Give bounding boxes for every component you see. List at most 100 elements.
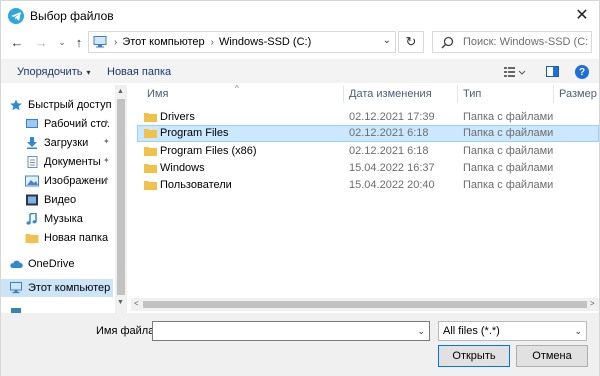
close-button[interactable]: ✕ [568,3,596,27]
cancel-button[interactable]: Отмена [516,345,588,367]
breadcrumb-drive-c[interactable]: Windows-SSD (C:) [219,36,311,48]
title-bar: Выбор файлов ✕ [1,1,599,31]
column-header-date[interactable]: Дата изменения [349,88,432,106]
column-divider[interactable] [343,85,344,103]
file-name: Пользователи [160,179,232,191]
column-header-name[interactable]: Имя [147,88,168,106]
file-date: 15.04.2022 16:37 [349,162,435,174]
desktop-icon [25,118,39,130]
new-folder-button[interactable]: Новая папка [107,66,171,78]
filename-label: Имя файла: [96,325,158,337]
organize-label: Упорядочить [17,66,83,78]
folder-icon [144,163,157,173]
navigation-pane: Быстрый доступ Рабочий сто. ✦ Загрузки ✦… [1,85,129,313]
help-button[interactable]: ? [575,65,589,79]
star-icon [9,99,23,111]
table-row[interactable]: Windows 15.04.2022 16:37 Папка с файлами [137,160,599,177]
file-name: Program Files [160,127,229,139]
address-dropdown-button[interactable]: ⌄ [383,35,391,46]
video-icon [25,194,39,206]
address-bar[interactable]: › Этот компьютер › Windows-SSD (C:) ⌄ [88,31,396,53]
sidebar-item-desktop[interactable]: Рабочий сто. ✦ [25,115,113,133]
horizontal-scrollbar[interactable]: < > [131,298,599,311]
sidebar-scrollbar[interactable]: ▲ ▼ [115,85,127,313]
sidebar-item-label: Изображени [44,175,108,187]
up-button[interactable]: ↑ [71,33,87,51]
organize-button[interactable]: Упорядочить ▾ [17,66,90,78]
sidebar-item-onedrive[interactable]: OneDrive [9,255,113,273]
folder-icon [144,146,157,156]
open-button[interactable]: Открыть [438,345,510,367]
sidebar-item-quick-access[interactable]: Быстрый доступ [9,96,113,114]
search-input[interactable] [463,36,588,48]
pin-icon: ✦ [103,118,110,127]
column-divider[interactable] [457,85,458,103]
search-box[interactable] [432,31,592,53]
file-picker-dialog: Выбор файлов ✕ ← → ⌄ ↑ › Этот компьютер … [0,0,600,376]
sidebar-item-new-folder[interactable]: Новая папка [25,229,113,247]
sidebar-item-this-pc[interactable]: Этот компьютер [1,279,113,297]
filename-input[interactable] [153,322,403,340]
column-header-size[interactable]: Размер [559,88,597,106]
breadcrumb-separator[interactable]: › [114,37,117,48]
forward-button[interactable]: → [33,33,49,51]
folder-icon [144,128,157,138]
back-button[interactable]: ← [9,33,25,51]
sidebar-item-documents[interactable]: Документы ✦ [25,153,113,171]
sidebar-item-video[interactable]: Видео [25,191,113,209]
folder-icon [144,180,157,190]
scroll-down-icon[interactable]: ▼ [117,299,124,306]
search-icon [441,36,454,49]
sidebar-item-label: Новая папка [44,232,109,244]
file-type: Папка с файлами [463,179,554,191]
sidebar-item-label: OneDrive [28,258,75,270]
recent-locations-button[interactable]: ⌄ [54,33,70,51]
breadcrumb-this-pc[interactable]: Этот компьютер [122,36,204,48]
filename-combobox[interactable]: ⌄ [152,321,430,341]
breadcrumb-separator[interactable]: › [211,37,214,48]
command-bar: Упорядочить ▾ Новая папка ? [1,59,599,83]
sidebar-item-music[interactable]: Музыка [25,210,113,228]
pictures-icon [25,175,39,187]
change-view-button[interactable] [504,66,526,79]
preview-pane-icon [546,66,559,77]
pin-icon: ✦ [103,175,110,184]
file-type: Папка с файлами [463,145,554,157]
sidebar-item-label: Документы [44,156,101,168]
file-list: ^ Имя Дата изменения Тип Размер Drivers … [135,85,599,313]
sidebar-scrollbar-thumb[interactable] [117,99,125,295]
sidebar-item-pictures[interactable]: Изображени ✦ [25,172,113,190]
file-date: 15.04.2022 20:40 [349,179,435,191]
folder-icon [144,112,157,122]
sidebar-item-network[interactable] [9,303,113,313]
table-row[interactable]: Program Files 02.12.2021 6:18 Папка с фа… [137,125,599,142]
telegram-icon [8,8,24,24]
preview-pane-button[interactable] [546,66,559,77]
computer-icon [92,36,108,48]
table-row[interactable]: Пользователи 15.04.2022 20:40 Папка с фа… [137,177,599,194]
sidebar-item-label: Музыка [44,213,83,225]
download-icon [25,137,39,149]
chevron-down-icon[interactable]: ⌄ [417,326,425,337]
scroll-left-icon[interactable]: < [134,299,139,308]
folder-icon [25,232,39,244]
refresh-button[interactable]: ↻ [398,31,424,53]
scroll-up-icon[interactable]: ▲ [117,88,124,95]
column-header-type[interactable]: Тип [463,88,481,106]
table-row[interactable]: Program Files (x86) 02.12.2021 6:18 Папк… [137,143,599,160]
sidebar-item-label: Видео [44,194,77,206]
sidebar-item-label: Этот компьютер [28,282,111,294]
scroll-right-icon[interactable]: > [590,299,595,308]
music-icon [25,212,39,225]
column-divider[interactable] [553,85,554,103]
file-date: 02.12.2021 6:18 [349,145,429,157]
table-row[interactable]: Drivers 02.12.2021 17:39 Папка с файлами [137,109,599,126]
file-type: Папка с файлами [463,162,554,174]
sidebar-item-downloads[interactable]: Загрузки ✦ [25,134,113,152]
pin-icon: ✦ [103,137,110,146]
sidebar-item-label: Рабочий сто. [44,118,110,130]
file-type-filter[interactable]: All files (*.*) ⌄ [438,321,587,341]
file-type-filter-value: All files (*.*) [443,325,500,337]
horizontal-scrollbar-thumb[interactable] [143,301,587,308]
view-options-icon [504,67,526,77]
